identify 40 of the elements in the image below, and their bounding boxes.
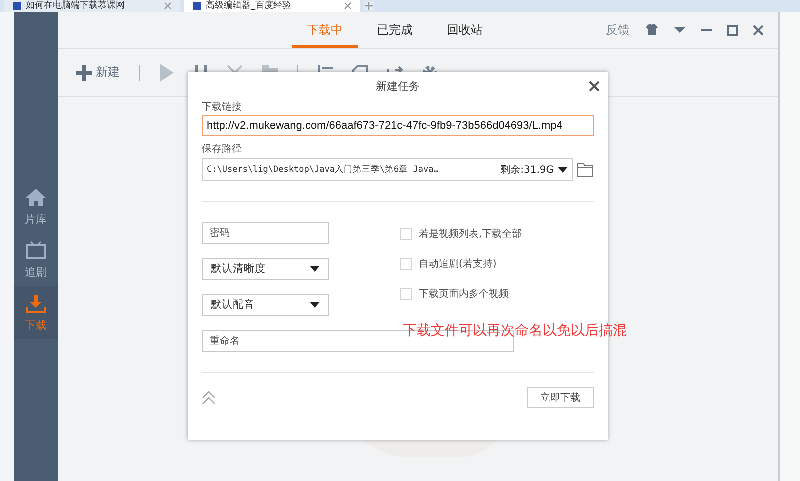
path-text: C:\Users\lig\Desktop\Java入门第三季\第6章 Java… xyxy=(207,164,440,176)
tab-title: 高级编辑器_百度经验 xyxy=(206,0,292,12)
dropdown[interactable]: 默认配音 xyxy=(202,294,329,316)
browser-tab[interactable]: 如何在电脑端下载慕课网 xyxy=(4,0,180,12)
plus-icon[interactable] xyxy=(76,64,92,80)
close-icon[interactable] xyxy=(589,81,600,92)
caret-icon[interactable] xyxy=(310,301,320,309)
page-icon[interactable] xyxy=(192,1,202,11)
new-tab-icon[interactable] xyxy=(364,1,374,11)
checkbox[interactable] xyxy=(400,228,412,240)
option-label: 自动追剧(若支持) xyxy=(419,258,497,271)
download-now-button[interactable]: 立即下载 xyxy=(527,387,594,408)
save-path-dropdown[interactable]: C:\Users\lig\Desktop\Java入门第三季\第6章 Java… 剩余:31.9G xyxy=(202,158,573,181)
home-icon[interactable] xyxy=(25,186,47,208)
option-label: 下载页面内多个视频 xyxy=(419,288,509,301)
checkbox[interactable] xyxy=(400,288,412,300)
shirt-icon[interactable] xyxy=(645,24,659,36)
maximize-icon[interactable] xyxy=(727,24,738,36)
folder-icon[interactable] xyxy=(577,162,594,178)
caret-icon[interactable] xyxy=(310,265,320,273)
new-button[interactable]: 新建 xyxy=(76,64,120,81)
checkbox[interactable] xyxy=(400,258,412,270)
dropdown[interactable]: 默认清晰度 xyxy=(202,258,329,280)
field-label: 保存路径 xyxy=(202,143,243,156)
dialog-title: 新建任务 xyxy=(376,78,420,94)
page-icon[interactable] xyxy=(12,1,22,11)
tab-title: 如何在电脑端下载慕课网 xyxy=(26,0,126,12)
browser-tab[interactable]: 高级编辑器_百度经验 xyxy=(184,0,360,12)
tv-icon[interactable] xyxy=(25,240,47,260)
option-label: 若是视频列表,下载全部 xyxy=(419,228,522,241)
tab[interactable]: 回收站 xyxy=(432,12,498,48)
free-space-text: 剩余:31.9G xyxy=(500,164,554,176)
field-label: 下载链接 xyxy=(202,100,243,114)
close-icon[interactable] xyxy=(753,24,764,36)
url-field[interactable]: http://v2.mukewang.com/66aaf673-721c-47fc-9fb9-73b566d04693/L.mp4 xyxy=(202,115,594,136)
password-field[interactable]: 密码 xyxy=(202,222,329,244)
caret-icon[interactable] xyxy=(558,166,568,174)
tab[interactable]: 已完成 xyxy=(362,12,428,48)
dropdown-icon[interactable] xyxy=(674,26,686,34)
download-icon[interactable] xyxy=(25,292,47,314)
